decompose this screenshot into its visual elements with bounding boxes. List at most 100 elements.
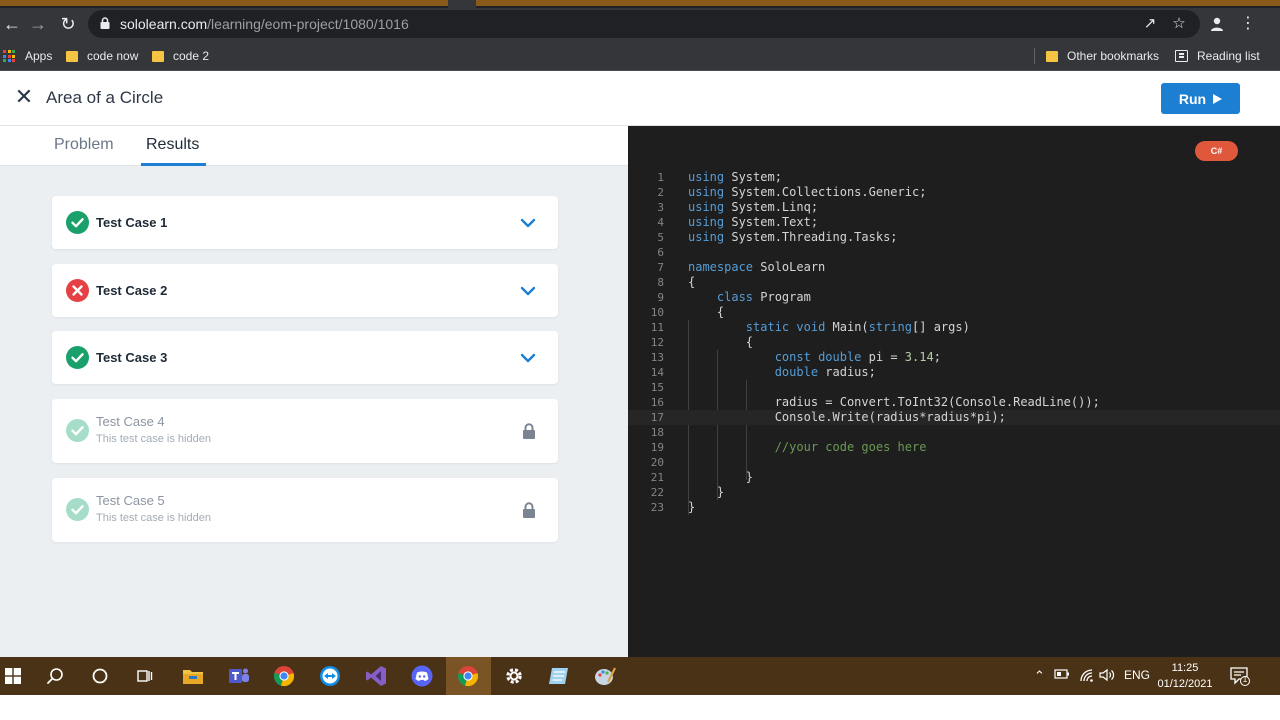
code-line[interactable]: 18 <box>628 425 1280 440</box>
line-number: 9 <box>657 291 664 304</box>
code-text: using System.Threading.Tasks; <box>688 230 898 244</box>
code-text: { <box>688 305 725 319</box>
test-case-card[interactable]: Test Case 3 <box>52 331 558 384</box>
x-circle-icon <box>66 279 89 302</box>
chevron-down-icon[interactable] <box>520 353 536 363</box>
chevron-down-icon[interactable] <box>520 218 536 228</box>
code-line[interactable]: 8{ <box>628 275 1280 290</box>
code-line[interactable]: 9 class Program <box>628 290 1280 305</box>
star-icon[interactable]: ☆ <box>1171 16 1187 32</box>
windows-start-icon[interactable] <box>2 665 24 687</box>
code-line[interactable]: 19 //your code goes here <box>628 440 1280 455</box>
forward-arrow-icon[interactable]: → <box>26 12 50 36</box>
run-button[interactable]: Run <box>1161 83 1240 114</box>
bookmarks-bar: Apps code now code 2 Other bookmarks Rea… <box>0 40 1280 71</box>
code-line[interactable]: 22 } <box>628 485 1280 500</box>
code-line[interactable]: 3 using System.Linq; <box>628 200 1280 215</box>
page-title: Area of a Circle <box>46 88 164 107</box>
clock[interactable]: 11:25 01/12/2021 <box>1150 660 1220 692</box>
search-icon[interactable] <box>44 665 66 687</box>
line-number: 10 <box>650 306 664 319</box>
url-text: sololearn.com/learning/eom-project/1080/… <box>120 16 409 32</box>
settings-gear-icon[interactable] <box>503 665 525 687</box>
task-view-icon[interactable] <box>134 665 156 687</box>
language-indicator[interactable]: ENG <box>1124 668 1150 682</box>
code-text: double radius; <box>774 365 876 379</box>
volume-icon[interactable] <box>1099 668 1115 685</box>
reading-list[interactable]: Reading list <box>1175 46 1260 66</box>
tab-results[interactable]: Results <box>146 136 199 154</box>
code-line[interactable]: 14 double radius; <box>628 365 1280 380</box>
menu-kebab-icon[interactable]: ⋮ <box>1236 12 1260 36</box>
code-editor[interactable]: C# 1 using System; 2 using System.Collectio… <box>628 126 1280 657</box>
code-line[interactable]: 10 { <box>628 305 1280 320</box>
chrome-active-icon[interactable] <box>457 665 479 687</box>
check-circle-icon <box>66 498 89 521</box>
bookmark-code-now[interactable]: code now <box>66 46 138 66</box>
code-line[interactable]: 2 using System.Collections.Generic; <box>628 185 1280 200</box>
discord-icon[interactable] <box>411 665 433 687</box>
address-bar[interactable]: sololearn.com/learning/eom-project/1080/… <box>88 10 1200 38</box>
reload-icon[interactable]: ↻ <box>56 12 80 36</box>
code-lines: 1 using System; 2 using System.Collections.… <box>628 170 1280 515</box>
test-case-card[interactable]: Test Case 4 This test case is hidden <box>52 399 558 463</box>
lock-icon <box>100 17 110 29</box>
wifi-icon[interactable] <box>1079 668 1095 685</box>
cortana-icon[interactable] <box>89 665 111 687</box>
teamviewer-icon[interactable] <box>319 665 341 687</box>
code-line[interactable]: 17 Console.Write(radius*radius*pi); <box>628 410 1280 425</box>
chrome-icon[interactable] <box>273 665 295 687</box>
code-line[interactable]: 7 namespace SoloLearn <box>628 260 1280 275</box>
test-case-title: Test Case 3 <box>96 350 168 365</box>
line-number: 3 <box>657 201 664 214</box>
code-line[interactable]: 15 <box>628 380 1280 395</box>
line-number: 13 <box>650 351 664 364</box>
line-number: 23 <box>650 501 664 514</box>
bookmark-code-2[interactable]: code 2 <box>152 46 209 66</box>
code-line[interactable]: 4 using System.Text; <box>628 215 1280 230</box>
code-text: using System.Linq; <box>688 200 819 214</box>
code-text: { <box>688 275 696 289</box>
results-panel: Problem Results Test Case 1 Test Case 2 … <box>0 126 628 657</box>
test-case-title: Test Case 4 <box>96 414 165 429</box>
language-badge[interactable]: C# <box>1195 141 1238 161</box>
teams-icon[interactable] <box>228 665 250 687</box>
code-line[interactable]: 12 { <box>628 335 1280 350</box>
battery-icon[interactable] <box>1054 668 1070 683</box>
code-line[interactable]: 16 radius = Convert.ToInt32(Console.Read… <box>628 395 1280 410</box>
line-number: 7 <box>657 261 664 274</box>
test-case-card[interactable]: Test Case 1 <box>52 196 558 249</box>
active-tab[interactable] <box>448 0 476 8</box>
code-line[interactable]: 20 <box>628 455 1280 470</box>
code-line[interactable]: 6 <box>628 245 1280 260</box>
file-explorer-icon[interactable] <box>182 665 204 687</box>
folder-icon <box>1046 50 1058 62</box>
code-line[interactable]: 11 static void Main(string[] args) <box>628 320 1280 335</box>
tray-chevron-up-icon[interactable]: ⌃ <box>1034 668 1045 684</box>
bookmark-apps[interactable]: Apps <box>3 46 52 66</box>
notification-icon[interactable]: 1 <box>1229 666 1251 689</box>
chevron-down-icon[interactable] <box>520 286 536 296</box>
code-text: } <box>688 485 725 499</box>
tab-problem[interactable]: Problem <box>54 136 114 154</box>
code-line[interactable]: 23} <box>628 500 1280 515</box>
line-number: 17 <box>650 411 664 424</box>
code-line[interactable]: 13 const double pi = 3.14; <box>628 350 1280 365</box>
line-number: 21 <box>650 471 664 484</box>
paint-app-icon[interactable] <box>594 665 616 687</box>
line-number: 20 <box>650 456 664 469</box>
test-case-card[interactable]: Test Case 2 <box>52 264 558 317</box>
code-line[interactable]: 21 } <box>628 470 1280 485</box>
visual-studio-icon[interactable] <box>365 665 387 687</box>
code-line[interactable]: 1 using System; <box>628 170 1280 185</box>
close-icon[interactable]: ✕ <box>14 86 34 108</box>
note-app-icon[interactable] <box>548 665 570 687</box>
code-text: using System; <box>688 170 782 184</box>
test-case-card[interactable]: Test Case 5 This test case is hidden <box>52 478 558 542</box>
other-bookmarks[interactable]: Other bookmarks <box>1046 46 1159 66</box>
profile-icon[interactable] <box>1205 12 1229 36</box>
test-case-title: Test Case 5 <box>96 493 165 508</box>
back-arrow-icon[interactable]: ← <box>0 12 24 36</box>
share-icon[interactable]: ↗ <box>1142 16 1158 32</box>
code-line[interactable]: 5 using System.Threading.Tasks; <box>628 230 1280 245</box>
